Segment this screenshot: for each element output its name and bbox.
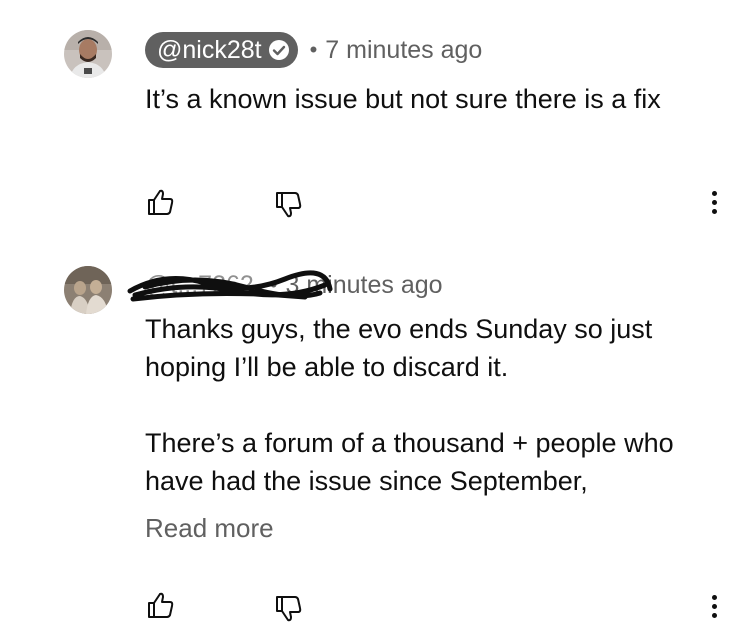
- more-vert-icon: [711, 190, 717, 196]
- author-handle-redacted[interactable]: @t...7262: [127, 269, 333, 301]
- thumbs-down-icon: [276, 192, 302, 218]
- read-more-link[interactable]: Read more: [145, 513, 274, 544]
- redaction-scribble: [127, 269, 333, 301]
- thumbs-up-icon: [148, 189, 174, 215]
- more-vert-dot: [711, 612, 717, 618]
- dislike-button[interactable]: [271, 592, 305, 626]
- comment-meta: @t...7262 • 3 minutes ago: [127, 267, 443, 303]
- comment-menu-button[interactable]: [702, 184, 726, 220]
- more-vert-icon: [711, 594, 717, 600]
- user-avatar-icon: [64, 266, 112, 314]
- more-vert-dot: [711, 208, 717, 214]
- more-vert-dot: [711, 199, 717, 205]
- comment-menu-button[interactable]: [702, 588, 726, 624]
- author-handle-chip[interactable]: @nick28t: [145, 32, 298, 68]
- like-button[interactable]: [143, 185, 177, 219]
- meta-separator: •: [309, 37, 318, 62]
- comment-meta: @nick28t • 7 minutes ago: [145, 32, 482, 68]
- commenter-avatar[interactable]: [64, 266, 112, 314]
- author-handle: @nick28t: [157, 35, 262, 64]
- commenter-avatar[interactable]: [64, 30, 112, 78]
- like-button[interactable]: [143, 588, 177, 622]
- comment-paragraph: There’s a forum of a thousand + people w…: [145, 428, 674, 496]
- verified-check-icon: [268, 39, 290, 61]
- comment-paragraph: Thanks guys, the evo ends Sunday so just…: [145, 314, 653, 382]
- thumbs-up-icon: [148, 592, 174, 618]
- dislike-button[interactable]: [271, 188, 305, 222]
- more-vert-dot: [711, 603, 717, 609]
- comment-text: It’s a known issue but not sure there is…: [145, 80, 735, 118]
- comment-text: Thanks guys, the evo ends Sunday so just…: [145, 310, 735, 500]
- thumbs-down-icon: [276, 596, 302, 622]
- comment-timestamp: 7 minutes ago: [325, 35, 483, 64]
- comment-paragraph: It’s a known issue but not sure there is…: [145, 84, 661, 114]
- user-avatar-icon: [64, 30, 112, 78]
